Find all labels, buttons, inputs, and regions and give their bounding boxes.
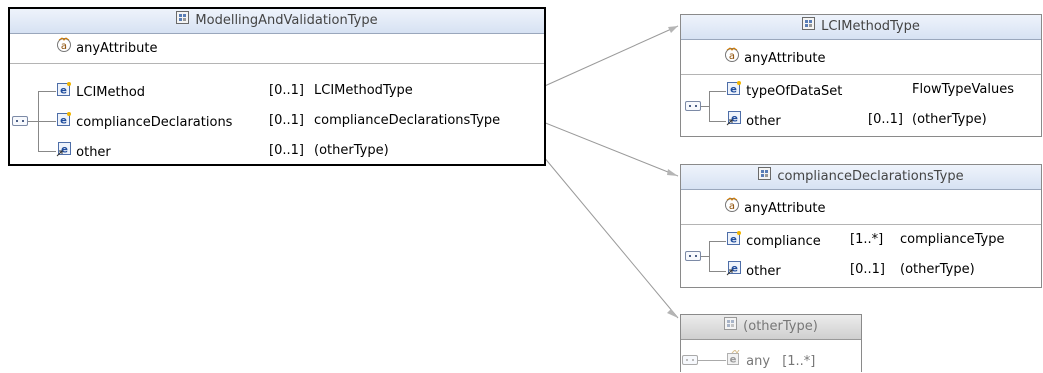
- connector-lcimethod: [537, 25, 679, 90]
- element-occurrence: [0..1]: [269, 83, 304, 98]
- branch-lcimethod: [38, 91, 56, 92]
- element-type: complianceDeclarationsType: [314, 113, 501, 128]
- any-attribute-icon: a: [724, 197, 740, 220]
- sequence-line: [28, 121, 38, 122]
- lcimethod-type-box[interactable]: LCIMethodType a anyAttribute e typeOfDat…: [680, 14, 1042, 137]
- element-row-other[interactable]: e other [0..1] (otherType): [726, 110, 1040, 130]
- element-type: complianceType: [900, 232, 1005, 247]
- connector-compliancedeclarations: [537, 119, 679, 177]
- svg-text:e: e: [730, 235, 737, 246]
- element-name: typeOfDataSet: [746, 84, 843, 99]
- element-occurrence: [0..1]: [269, 113, 304, 128]
- lcimethod-type-header[interactable]: LCIMethodType: [681, 15, 1041, 40]
- element-type: LCIMethodType: [314, 83, 413, 98]
- branch-other: [709, 121, 726, 122]
- element-occurrence: [0..1]: [269, 143, 304, 158]
- element-icon: e: [56, 81, 72, 104]
- connector-arrow-lcimethod: [668, 26, 678, 33]
- complex-type-icon: [724, 315, 738, 339]
- main-any-attribute-row[interactable]: a anyAttribute: [56, 37, 157, 57]
- branch-typeofdataset: [709, 91, 726, 92]
- complex-type-icon: [802, 15, 816, 39]
- sequence-line: [698, 360, 726, 361]
- branch-compliance: [709, 241, 726, 242]
- element-name: complianceDeclarations: [76, 115, 233, 130]
- element-icon: e: [726, 80, 742, 103]
- element-row-compliancedeclarations[interactable]: e complianceDeclarations [0..1] complian…: [56, 111, 544, 131]
- element-reference-icon: e: [726, 110, 742, 133]
- compliance-any-attribute-label: anyAttribute: [744, 201, 826, 216]
- complex-type-icon: [758, 165, 772, 189]
- sequence-branch: [709, 91, 710, 121]
- svg-text:e: e: [60, 86, 67, 97]
- connector-arrow-compliancedeclarations: [667, 169, 678, 176]
- element-occurrence: [1..*]: [850, 232, 884, 247]
- main-any-attribute-label: anyAttribute: [76, 41, 158, 56]
- element-name: other: [746, 264, 781, 279]
- sequence-compositor-icon[interactable]: [682, 355, 698, 365]
- other-type-header[interactable]: (otherType): [681, 315, 861, 340]
- other-type-box[interactable]: (otherType) e any [1..*]: [680, 314, 862, 372]
- sequence-compositor-icon[interactable]: [12, 116, 28, 126]
- element-reference-icon: e: [56, 141, 72, 164]
- main-divider: [10, 63, 544, 64]
- sequence-line: [701, 106, 709, 107]
- lcimethod-type-title: LCIMethodType: [821, 19, 920, 34]
- element-row-lcimethod[interactable]: e LCIMethod [0..1] LCIMethodType: [56, 81, 544, 101]
- lcimethod-divider: [681, 74, 1041, 75]
- element-occurrence: [1..*]: [782, 354, 816, 369]
- sequence-line: [701, 256, 709, 257]
- branch-compliancedeclarations: [38, 121, 56, 122]
- connector-arrow-other: [667, 309, 678, 318]
- sequence-compositor-icon[interactable]: [685, 251, 701, 261]
- compliance-any-attribute-row[interactable]: a anyAttribute: [724, 197, 825, 217]
- compliance-divider: [681, 224, 1041, 225]
- compliance-declarations-type-title: complianceDeclarationsType: [777, 169, 964, 184]
- element-type: (otherType): [314, 143, 389, 158]
- sequence-compositor-icon[interactable]: [685, 101, 701, 111]
- element-name: any: [746, 354, 771, 369]
- lcimethod-any-attribute-row[interactable]: a anyAttribute: [724, 47, 825, 67]
- element-type: (otherType): [912, 112, 987, 127]
- element-name: other: [76, 145, 111, 160]
- element-occurrence: [0..1]: [868, 112, 903, 127]
- element-name: other: [746, 114, 781, 129]
- element-type: FlowTypeValues: [912, 82, 1015, 97]
- main-type-box[interactable]: ModellingAndValidationType a anyAttribut…: [8, 7, 546, 166]
- any-attribute-icon: a: [724, 47, 740, 70]
- element-type: (otherType): [900, 262, 975, 277]
- other-type-title: (otherType): [743, 319, 818, 334]
- element-row-other[interactable]: e other [0..1] (otherType): [56, 141, 544, 161]
- element-reference-icon: e: [726, 260, 742, 283]
- svg-text:a: a: [729, 51, 735, 62]
- sequence-branch: [709, 241, 710, 271]
- element-name: LCIMethod: [76, 85, 146, 100]
- branch-other: [709, 271, 726, 272]
- element-row-typeofdataset[interactable]: e typeOfDataSet FlowTypeValues: [726, 80, 1040, 100]
- element-occurrence: [0..1]: [850, 262, 885, 277]
- compliance-declarations-type-box[interactable]: complianceDeclarationsType a anyAttribut…: [680, 164, 1042, 288]
- any-element-row[interactable]: e any [1..*]: [726, 349, 816, 373]
- element-name: compliance: [746, 234, 821, 249]
- any-attribute-icon: a: [56, 37, 72, 60]
- svg-text:e: e: [60, 116, 67, 127]
- element-icon: e: [56, 111, 72, 134]
- complex-type-icon: [176, 9, 190, 33]
- element-row-other[interactable]: e other [0..1] (otherType): [726, 260, 1040, 280]
- svg-text:a: a: [729, 201, 735, 212]
- svg-text:e: e: [730, 355, 737, 366]
- element-row-compliance[interactable]: e compliance [1..*] complianceType: [726, 230, 1040, 250]
- branch-other: [38, 151, 56, 152]
- lcimethod-any-attribute-label: anyAttribute: [744, 51, 826, 66]
- main-type-header[interactable]: ModellingAndValidationType: [10, 9, 544, 34]
- svg-text:e: e: [730, 85, 737, 96]
- element-icon: e: [726, 230, 742, 253]
- main-type-title: ModellingAndValidationType: [195, 13, 378, 28]
- svg-text:a: a: [61, 41, 67, 52]
- connector-other: [537, 149, 679, 319]
- compliance-declarations-type-header[interactable]: complianceDeclarationsType: [681, 165, 1041, 190]
- any-element-icon: e: [726, 349, 742, 373]
